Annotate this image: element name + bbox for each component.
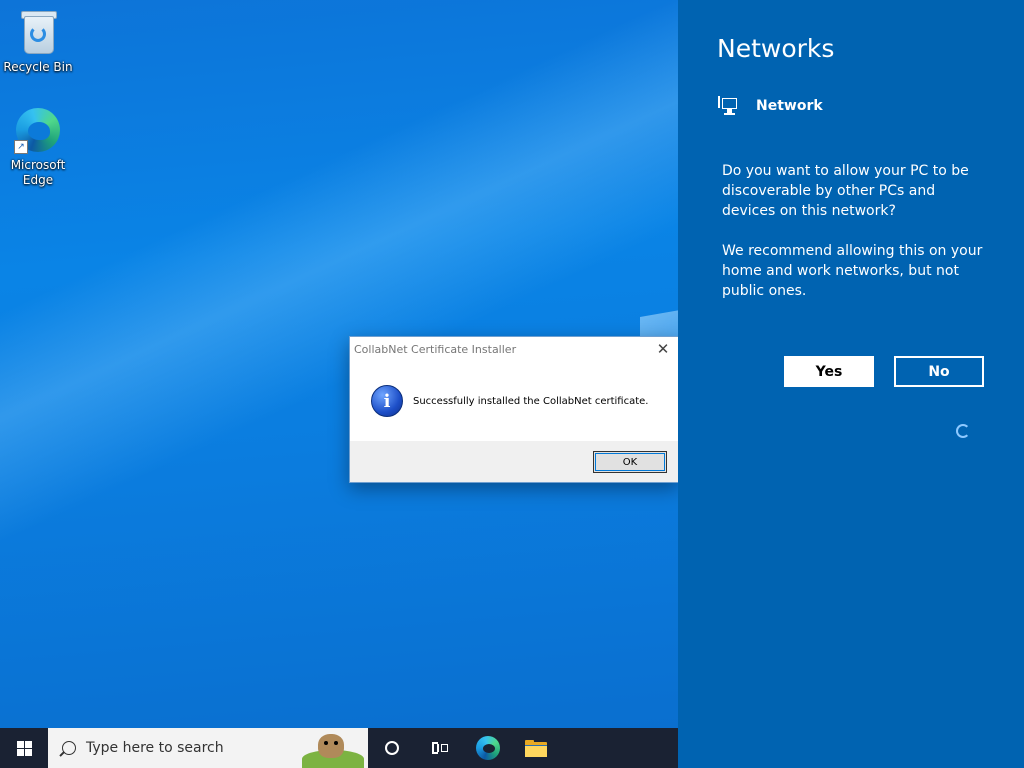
taskbar-file-explorer-button[interactable]	[512, 728, 560, 768]
recycle-bin-icon	[14, 8, 62, 56]
desktop-icon-microsoft-edge[interactable]: ↗ Microsoft Edge	[0, 106, 76, 188]
desktop: Recycle Bin ↗ Microsoft Edge CollabNet C…	[0, 0, 678, 728]
desktop-icon-label: Recycle Bin	[3, 60, 73, 74]
network-row: Network	[718, 96, 823, 116]
pane-title: Networks	[717, 34, 835, 63]
dialog-message: Successfully installed the CollabNet cer…	[413, 395, 649, 407]
desktop-icon-label: Microsoft Edge	[10, 158, 66, 187]
ok-button[interactable]: OK	[593, 451, 667, 473]
desktop-icon-recycle-bin[interactable]: Recycle Bin	[0, 8, 76, 75]
shortcut-arrow-icon: ↗	[14, 140, 28, 154]
dialog-content: i Successfully installed the CollabNet c…	[350, 361, 678, 441]
discovery-recommendation: We recommend allowing this on your home …	[722, 243, 983, 299]
yes-button[interactable]: Yes	[784, 356, 874, 387]
network-name: Network	[756, 98, 823, 114]
taskbar: Type here to search	[0, 728, 678, 768]
search-icon	[62, 741, 76, 755]
loading-spinner-icon	[956, 424, 970, 438]
file-explorer-icon	[525, 739, 547, 757]
start-button[interactable]	[0, 728, 48, 768]
no-button[interactable]: No	[894, 356, 984, 387]
dialog-footer: OK	[350, 441, 678, 482]
taskbar-search-box[interactable]: Type here to search	[48, 728, 368, 768]
search-highlight-gopher-icon[interactable]	[296, 730, 368, 768]
network-discovery-pane: Networks Network Do you want to allow yo…	[678, 0, 1024, 768]
task-view-button[interactable]	[416, 728, 464, 768]
discovery-question: Do you want to allow your PC to be disco…	[722, 163, 969, 219]
close-icon[interactable]: ✕	[648, 337, 678, 361]
search-placeholder: Type here to search	[86, 740, 224, 756]
cortana-icon	[385, 741, 399, 755]
task-view-icon	[432, 742, 448, 754]
windows-logo-icon	[16, 740, 32, 756]
ethernet-icon	[718, 96, 740, 116]
cortana-button[interactable]	[368, 728, 416, 768]
edge-icon	[476, 736, 500, 760]
dialog-title: CollabNet Certificate Installer	[354, 342, 517, 356]
dialog-titlebar[interactable]: CollabNet Certificate Installer ✕	[350, 337, 678, 361]
edge-icon: ↗	[14, 106, 62, 154]
taskbar-edge-button[interactable]	[464, 728, 512, 768]
info-icon: i	[371, 385, 403, 417]
certificate-installer-dialog: CollabNet Certificate Installer ✕ i Succ…	[349, 336, 678, 483]
